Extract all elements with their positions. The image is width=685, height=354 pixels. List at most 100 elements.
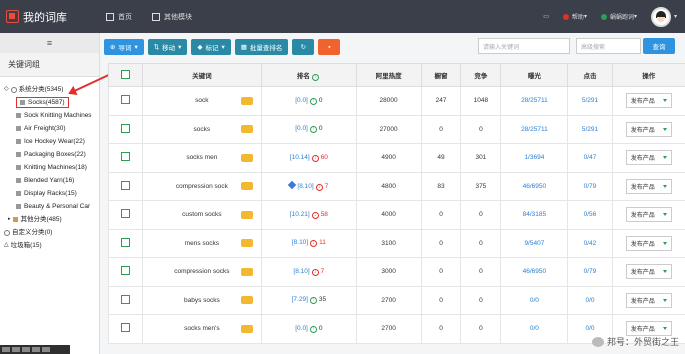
rank-link[interactable]: [10.21]: [290, 211, 310, 218]
row-select[interactable]: [108, 314, 143, 344]
rank-link[interactable]: [8.10]: [293, 268, 309, 275]
table-row[interactable]: compression socks [8.10] ↓ 7 3000 0 0 46/6950 0/…: [108, 257, 685, 287]
row-select[interactable]: [108, 228, 143, 258]
app-logo[interactable]: 我的词库: [0, 9, 100, 25]
header-exposure[interactable]: 曝光: [500, 63, 569, 87]
exposure-link[interactable]: 0/0: [530, 297, 539, 304]
tree-item[interactable]: Air Freight(30): [0, 122, 99, 135]
publish-product-dropdown[interactable]: 发布产品: [625, 321, 672, 337]
advanced-search-select[interactable]: 高级搜索: [576, 38, 641, 54]
click-link[interactable]: 0/79: [584, 183, 597, 190]
row-select[interactable]: [108, 257, 143, 287]
publish-product-dropdown[interactable]: 发布产品: [625, 150, 672, 166]
checkbox[interactable]: [120, 237, 130, 247]
click-link[interactable]: 0/0: [585, 325, 594, 332]
header-keyword[interactable]: 关键词: [141, 63, 263, 87]
publish-product-dropdown[interactable]: 发布产品: [625, 178, 672, 194]
click-link[interactable]: 0/47: [584, 154, 597, 161]
tree-item-other[interactable]: ▸ 其他分类(485): [0, 213, 99, 226]
tree-item[interactable]: Packaging Boxes(22): [0, 148, 99, 161]
nav-home[interactable]: 首页: [106, 12, 132, 22]
rank-link[interactable]: [7.29]: [292, 296, 308, 303]
table-row[interactable]: custom socks [10.21] ↓ 58 4000 0 0 84/3185 0/56 发…: [108, 200, 685, 230]
rank-link[interactable]: [8.10]: [292, 239, 308, 246]
checkbox[interactable]: [120, 123, 130, 133]
checkbox[interactable]: [120, 323, 130, 333]
table-row[interactable]: sock [0.0] ↑ 0 28000 247 1048 28/25711 5/291 发布产品: [108, 86, 685, 116]
chevron-down-icon[interactable]: ▾: [674, 13, 677, 20]
row-select[interactable]: [108, 114, 143, 144]
exposure-link[interactable]: 9/5407: [524, 240, 544, 247]
import-button[interactable]: ⊕ 导词 ▾: [104, 39, 144, 55]
rank-link[interactable]: [0.0]: [295, 125, 308, 132]
checkbox[interactable]: [120, 69, 130, 79]
tree-item[interactable]: Ice Hockey Wear(22): [0, 135, 99, 148]
table-row[interactable]: mens socks [8.10] ↓ 11 3100 0 0 9/5407 0/42 发布产品: [108, 228, 685, 258]
header-showcase[interactable]: 橱窗: [420, 63, 462, 87]
publish-product-dropdown[interactable]: 发布产品: [625, 121, 672, 137]
keyword-search-input[interactable]: 请输入关键词: [478, 38, 570, 54]
click-link[interactable]: 0/79: [584, 268, 597, 275]
rank-link[interactable]: [0.0]: [295, 325, 308, 332]
tag-icon[interactable]: [241, 296, 254, 305]
table-row[interactable]: babys socks [7.29] ↑ 35 2700 0 0 0/0 0/0 发布产品: [108, 285, 685, 315]
checkbox[interactable]: [120, 266, 130, 276]
row-select[interactable]: [108, 171, 143, 201]
checkbox[interactable]: [120, 209, 130, 219]
click-link[interactable]: 5/291: [582, 126, 598, 133]
search-button[interactable]: 查询: [643, 38, 675, 54]
message-button[interactable]: ▭: [543, 13, 549, 20]
user-menu[interactable]: 蜗蜗跑词 ▾: [600, 12, 637, 21]
tree-item[interactable]: Blended Yarn(16): [0, 174, 99, 187]
header-heat[interactable]: 阿里热度: [355, 63, 422, 87]
row-select[interactable]: [108, 143, 143, 173]
row-select[interactable]: [108, 285, 143, 315]
publish-product-dropdown[interactable]: 发布产品: [625, 207, 672, 223]
table-row[interactable]: socks men [10.14] ↓ 60 4900 49 301 1/3694 0/47 发布…: [108, 143, 685, 173]
rank-link[interactable]: [8.10]: [297, 183, 313, 190]
tree-item-custom[interactable]: 自定义分类(0): [0, 226, 99, 239]
checkbox[interactable]: [120, 180, 130, 190]
avatar[interactable]: [650, 6, 671, 27]
publish-product-dropdown[interactable]: 发布产品: [625, 264, 672, 280]
checkbox[interactable]: [120, 95, 130, 105]
tag-icon[interactable]: [241, 267, 254, 276]
tag-icon[interactable]: [241, 210, 254, 219]
refresh-button[interactable]: ↻: [292, 39, 315, 55]
help-button[interactable]: 帮助 ▾: [562, 12, 587, 21]
tag-icon[interactable]: [241, 125, 254, 134]
rank-link[interactable]: [10.14]: [290, 154, 310, 161]
tag-icon[interactable]: [241, 239, 254, 248]
exposure-link[interactable]: 28/25711: [521, 126, 548, 133]
publish-product-dropdown[interactable]: 发布产品: [625, 235, 672, 251]
tree-item[interactable]: Knitting Machines(18): [0, 161, 99, 174]
mark-button[interactable]: ◆ 标记 ▾: [191, 39, 231, 55]
publish-product-dropdown[interactable]: 发布产品: [625, 292, 672, 308]
batch-rank-button[interactable]: ▦ 批量查排名: [234, 39, 289, 55]
click-link[interactable]: 5/291: [582, 97, 598, 104]
publish-product-dropdown[interactable]: 发布产品: [625, 93, 672, 109]
tree-item[interactable]: Beauty & Personal Car: [0, 200, 99, 213]
table-row[interactable]: compression sock [8.10] ↓ 7 4800 83 375 46/6950…: [108, 171, 685, 201]
delete-button[interactable]: ▪: [318, 39, 341, 55]
click-link[interactable]: 0/56: [584, 211, 597, 218]
checkbox[interactable]: [120, 294, 130, 304]
header-rank[interactable]: 排名 ↑: [261, 63, 357, 87]
row-select[interactable]: [108, 200, 143, 230]
move-button[interactable]: ⇅ 移动 ▾: [147, 39, 188, 55]
exposure-link[interactable]: 46/6950: [523, 183, 547, 190]
header-select-all[interactable]: [108, 63, 143, 87]
tree-item-trash[interactable]: △ 垃圾箱(15): [0, 239, 99, 252]
tag-icon[interactable]: [241, 153, 254, 162]
click-link[interactable]: 0/0: [585, 297, 594, 304]
click-link[interactable]: 0/42: [584, 240, 597, 247]
checkbox[interactable]: [120, 152, 130, 162]
tag-icon[interactable]: [241, 324, 254, 333]
nav-other-modules[interactable]: 其他模块: [152, 12, 192, 22]
tag-icon[interactable]: [241, 182, 254, 191]
table-row[interactable]: socks [0.0] ↑ 0 27000 0 0 28/25711 5/291 发布产品: [108, 114, 685, 144]
rank-link[interactable]: [0.0]: [295, 97, 308, 104]
tree-item[interactable]: Display Racks(15): [0, 187, 99, 200]
header-click[interactable]: 点击: [567, 63, 613, 87]
header-compete[interactable]: 竞争: [460, 63, 502, 87]
